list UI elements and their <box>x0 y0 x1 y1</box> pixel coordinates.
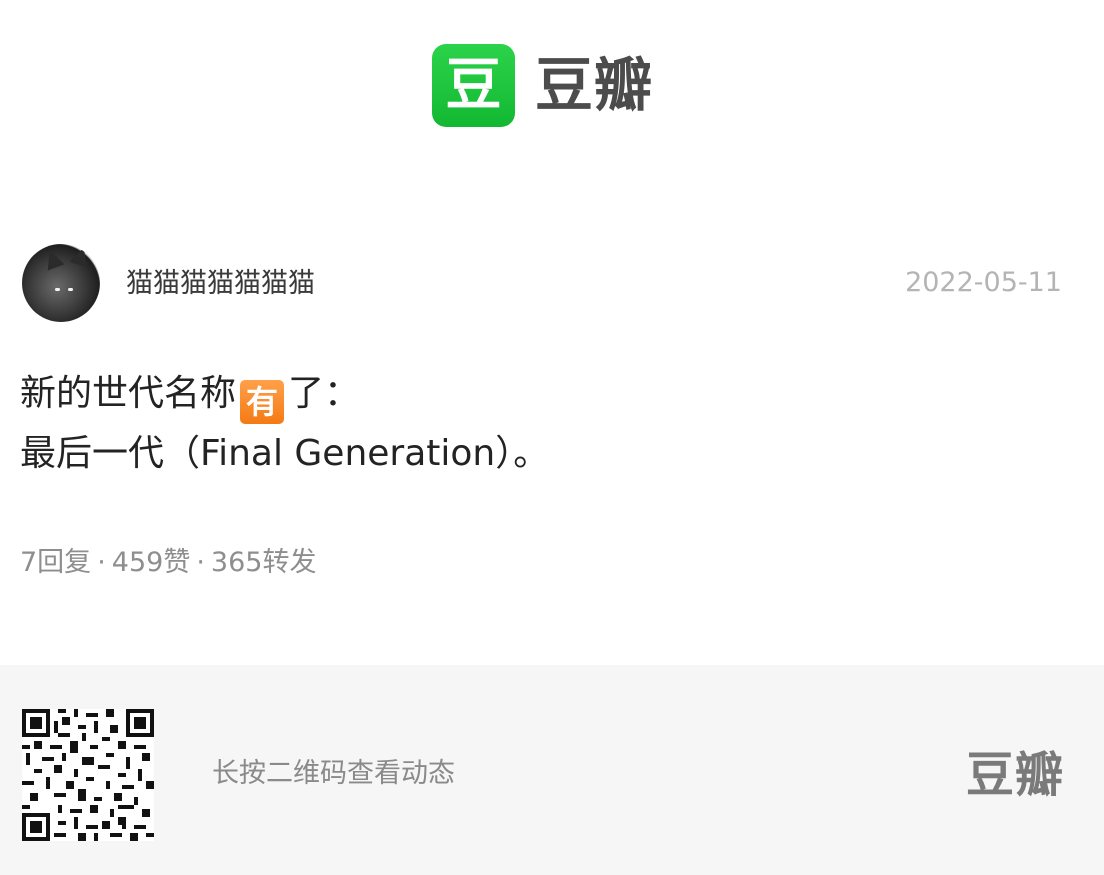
footer: 长按二维码查看动态 豆瓣 <box>0 665 1104 875</box>
post-date: 2022-05-11 <box>905 267 1062 298</box>
post-content: 新的世代名称有了： 最后一代（Final Generation）。 <box>20 364 1080 484</box>
qr-hint-text: 长按二维码查看动态 <box>212 758 455 789</box>
content-text-before-emoji: 新的世代名称 <box>20 373 237 414</box>
douban-logo-icon: 豆 <box>432 44 515 127</box>
cat-ear-right <box>69 244 93 268</box>
content-line-2: 最后一代（Final Generation）。 <box>20 433 550 474</box>
post-card: 猫猫猫猫猫猫猫 2022-05-11 新的世代名称有了： 最后一代（Final … <box>0 200 1104 665</box>
cat-eye-left <box>55 288 60 291</box>
content-text-after-emoji: 了： <box>288 373 361 414</box>
stats-separator: · <box>196 547 205 578</box>
repost-count[interactable]: 365转发 <box>211 547 317 578</box>
footer-brand-name: 豆瓣 <box>965 747 1064 803</box>
brand-name: 豆瓣 <box>535 51 654 119</box>
like-count[interactable]: 459赞 <box>112 547 191 578</box>
post-stats: 7回复 · 459赞 · 365转发 <box>20 546 316 580</box>
content-line-1: 新的世代名称有了： <box>20 364 1080 424</box>
you-emoji-icon: 有 <box>240 380 285 424</box>
stats-separator: · <box>97 547 106 578</box>
header: 豆 豆瓣 <box>0 0 1104 200</box>
avatar[interactable] <box>22 244 100 322</box>
reply-count[interactable]: 7回复 <box>20 547 91 578</box>
qr-code-icon[interactable] <box>22 709 154 841</box>
username[interactable]: 猫猫猫猫猫猫猫 <box>126 267 315 301</box>
cat-eye-right <box>68 288 73 291</box>
cat-ear-left <box>41 247 65 271</box>
